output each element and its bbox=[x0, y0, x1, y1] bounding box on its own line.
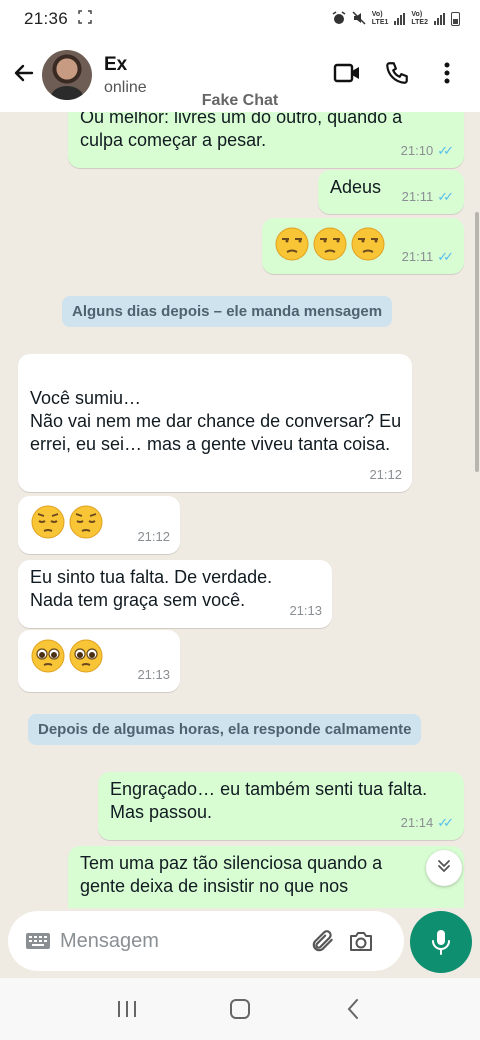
status-time: 21:36 bbox=[24, 9, 69, 28]
home-icon bbox=[229, 999, 250, 1019]
lte1-icon: Vo) LTE1 bbox=[371, 11, 389, 26]
message-text: Ou melhor: livres um do outro, quando a … bbox=[80, 112, 403, 150]
message-text: Eu sinto tua falta. De verdade. Nada tem… bbox=[30, 567, 273, 610]
pleading-face-icon bbox=[31, 639, 65, 673]
scrollbar[interactable] bbox=[475, 212, 479, 472]
watermark: Fake Chat bbox=[201, 92, 279, 109]
more-vert-icon bbox=[444, 61, 450, 90]
pleading-face-icon bbox=[69, 639, 103, 673]
alarm-icon bbox=[332, 11, 346, 27]
composer bbox=[0, 908, 480, 978]
battery-icon bbox=[451, 12, 460, 26]
home-button[interactable] bbox=[220, 989, 260, 1029]
chat-area[interactable]: Ou melhor: livres um do outro, quando a … bbox=[0, 112, 480, 908]
status-bar: 21:36 Vo) LTE1 Vo) LTE2 bbox=[0, 0, 480, 38]
read-ticks-icon: ✓✓ bbox=[437, 815, 454, 830]
message-time: 21:12 bbox=[369, 467, 402, 482]
unamused-face-icon bbox=[313, 227, 347, 261]
message-time: 21:11 bbox=[401, 189, 434, 204]
camera-icon bbox=[350, 932, 372, 951]
contact-name: Ex bbox=[104, 53, 128, 75]
message-time: 21:11 bbox=[401, 249, 434, 264]
arrow-back-icon bbox=[12, 61, 36, 90]
system-message: Alguns dias depois – ele manda mensagem bbox=[62, 296, 393, 327]
message-time: 21:14 bbox=[400, 815, 434, 830]
screenshot-icon bbox=[78, 9, 92, 29]
mic-icon bbox=[432, 930, 450, 955]
unamused-face-icon bbox=[351, 227, 385, 261]
back-button[interactable] bbox=[2, 53, 46, 97]
message-bubble-outgoing[interactable]: Adeus 21:11 ✓✓ bbox=[318, 170, 464, 214]
message-input-container[interactable] bbox=[8, 911, 404, 971]
voice-message-button[interactable] bbox=[410, 911, 472, 973]
back-nav-button[interactable] bbox=[333, 989, 373, 1029]
back-nav-icon bbox=[347, 999, 359, 1019]
message-bubble-incoming[interactable]: Eu sinto tua falta. De verdade. Nada tem… bbox=[18, 560, 332, 628]
voice-call-button[interactable] bbox=[382, 60, 412, 90]
message-bubble-outgoing[interactable]: Engraçado… eu também senti tua falta. Ma… bbox=[98, 772, 464, 840]
message-time: 21:12 bbox=[137, 529, 170, 544]
contact-info[interactable]: Ex online bbox=[104, 54, 147, 97]
recents-button[interactable] bbox=[107, 989, 147, 1029]
system-message: Depois de algumas horas, ela responde ca… bbox=[28, 714, 422, 745]
more-options-button[interactable] bbox=[432, 60, 462, 90]
message-bubble-incoming[interactable]: Você sumiu… Não vai nem me dar chance de… bbox=[18, 354, 412, 492]
read-ticks-icon: ✓✓ bbox=[437, 249, 454, 264]
message-bubble-outgoing[interactable]: Tem uma paz tão silenciosa quando a gent… bbox=[68, 846, 464, 908]
system-navigation-bar bbox=[0, 978, 480, 1040]
message-text: Você sumiu… Não vai nem me dar chance de… bbox=[30, 388, 402, 454]
message-bubble-outgoing[interactable]: 21:11 ✓✓ bbox=[262, 218, 464, 274]
signal2-icon bbox=[434, 13, 445, 25]
message-bubble-incoming[interactable]: 21:12 bbox=[18, 496, 180, 554]
double-chevron-down-icon bbox=[436, 858, 452, 879]
attach-button[interactable] bbox=[308, 926, 338, 956]
attach-icon bbox=[312, 930, 333, 952]
recents-icon bbox=[117, 1001, 136, 1017]
video-call-button[interactable] bbox=[332, 60, 362, 90]
mute-icon bbox=[352, 11, 366, 27]
message-time: 21:13 bbox=[137, 667, 170, 682]
message-input[interactable] bbox=[60, 929, 300, 953]
pensive-face-icon bbox=[31, 505, 65, 539]
read-ticks-icon: ✓✓ bbox=[437, 189, 454, 204]
unamused-face-icon bbox=[275, 227, 309, 261]
message-text: Tem uma paz tão silenciosa quando a gent… bbox=[80, 853, 383, 896]
message-time: 21:10 bbox=[400, 143, 434, 158]
video-call-icon bbox=[333, 62, 361, 89]
message-time: 21:13 bbox=[289, 603, 322, 618]
pensive-face-icon bbox=[69, 505, 103, 539]
status-icons: Vo) LTE1 Vo) LTE2 bbox=[332, 11, 460, 27]
lte2-icon: Vo) LTE2 bbox=[411, 11, 428, 26]
keyboard-icon[interactable] bbox=[24, 927, 52, 955]
read-ticks-icon: ✓✓ bbox=[437, 143, 454, 158]
message-bubble-outgoing[interactable]: Ou melhor: livres um do outro, quando a … bbox=[68, 112, 464, 168]
message-bubble-incoming[interactable]: 21:13 bbox=[18, 630, 180, 692]
scroll-to-bottom-button[interactable] bbox=[426, 850, 462, 886]
phone-icon bbox=[384, 60, 410, 91]
signal1-icon bbox=[394, 13, 406, 25]
camera-button[interactable] bbox=[346, 926, 376, 956]
